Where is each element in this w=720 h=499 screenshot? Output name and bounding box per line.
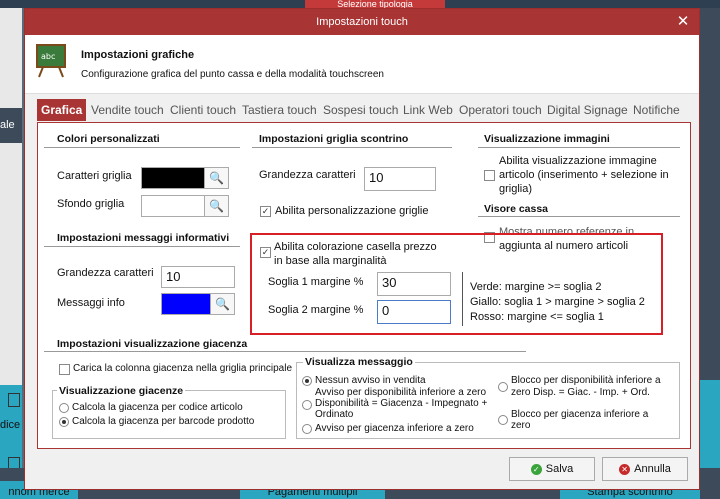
sfondo-picker-icon[interactable]: 🔍 (205, 195, 229, 217)
caratteri-griglia-label: Caratteri griglia (57, 170, 132, 182)
messaggi-divider (44, 246, 240, 247)
radio-avviso-disponibilita[interactable] (302, 400, 312, 410)
radio-blocco-giac-line2: zero (511, 420, 531, 431)
tab-digital-signage[interactable]: Digital Signage (547, 99, 628, 121)
carica-giacenza-checkbox[interactable] (59, 364, 70, 375)
messaggi-section-title: Impostazioni messaggi informativi (57, 232, 230, 244)
tab-grafica[interactable]: Grafica (37, 99, 87, 121)
radio-codice-articolo[interactable] (59, 403, 69, 413)
tab-tastiera-touch[interactable]: Tastiera touch (242, 99, 317, 121)
radio-blocco-disp-line1: Blocco per disponibilità inferiore a (511, 375, 661, 386)
griglia-section-title: Impostazioni griglia scontrino (259, 133, 409, 145)
soglia2-label: Soglia 2 margine % (268, 304, 364, 316)
cancel-icon: ✕ (619, 463, 631, 475)
abilita-colorazione-line2: in base alla marginalità (274, 255, 387, 267)
tab-sospesi-touch[interactable]: Sospesi touch (323, 99, 398, 121)
close-icon[interactable]: ✕ (673, 12, 693, 32)
giacenza-section-title: Impostazioni visualizzazione giacenza (57, 338, 248, 350)
legend-divider (462, 272, 463, 326)
tab-link-web[interactable]: Link Web (403, 99, 453, 121)
radio-avviso-giacenza[interactable] (302, 424, 312, 434)
radio-blocco-disp-line2: zero Disp. = Giac. - Imp. + Ord. (511, 387, 650, 398)
messaggi-info-color[interactable] (161, 293, 211, 315)
abilita-colorazione-line1: Abilita colorazione casella prezzo (274, 241, 437, 253)
sfondo-griglia-color[interactable] (141, 195, 205, 217)
radio-blocco-giac-line1: Blocco per giacenza inferiore a (511, 409, 649, 420)
carica-giacenza-label: Carica la colonna giacenza nella griglia… (73, 363, 293, 374)
svg-text:abc: abc (41, 52, 55, 61)
radio-codice-label: Calcola la giacenza per codice articolo (72, 402, 243, 413)
colori-divider (44, 147, 240, 148)
radio-blocco-giacenza[interactable] (498, 415, 508, 425)
tab-clienti-touch[interactable]: Clienti touch (170, 99, 236, 121)
blackboard-icon: abc (36, 44, 66, 78)
dialog-header: abc Impostazioni grafiche Configurazione… (25, 35, 699, 94)
abilita-griglie-label: Abilita personalizzazione griglie (275, 205, 429, 217)
radio-nessun-avviso-label: Nessun avviso in vendita (315, 375, 426, 386)
register-icon (8, 393, 20, 407)
radio-avviso-disp-line1: Avviso per disponibilità inferiore a zer… (315, 387, 487, 398)
header-subtitle: Configurazione grafica del punto cassa e… (81, 69, 384, 80)
messaggi-grandezza-label: Grandezza caratteri (57, 267, 154, 279)
caratteri-griglia-color[interactable] (141, 167, 205, 189)
messaggi-info-label: Messaggi info (57, 297, 125, 309)
griglia-grandezza-input[interactable]: 10 (364, 167, 436, 191)
tab-notifiche[interactable]: Notifiche (633, 99, 680, 121)
radio-avviso-disp-line3: Ordinato (315, 409, 354, 420)
immagini-section-title: Visualizzazione immagini (484, 133, 610, 145)
messaggi-grandezza-input[interactable]: 10 (161, 266, 235, 288)
griglia-grandezza-label: Grandezza caratteri (259, 169, 356, 181)
giacenza-divider (44, 351, 526, 352)
soglia1-label: Soglia 1 margine % (268, 276, 364, 288)
dialog-title: Impostazioni touch (25, 9, 699, 35)
visualizzazione-giacenze-group (52, 390, 286, 439)
legend-rosso: Rosso: margine <= soglia 1 (470, 311, 604, 323)
background-left-tile-label: dice m (0, 419, 22, 431)
soglia1-input[interactable]: 30 (377, 272, 451, 296)
caratteri-picker-icon[interactable]: 🔍 (205, 167, 229, 189)
colori-section-title: Colori personalizzati (57, 133, 160, 145)
background-left-tile[interactable]: dice m (0, 385, 22, 480)
legend-verde: Verde: margine >= soglia 2 (470, 281, 602, 293)
check-icon: ✓ (530, 463, 542, 475)
radio-avviso-giacenza-label: Avviso per giacenza inferiore a zero (315, 423, 474, 434)
background-top-tab[interactable]: Selezione tipologia (305, 0, 445, 8)
abilita-immagini-line3: griglia) (499, 183, 533, 195)
abilita-colorazione-checkbox[interactable]: ✓ (260, 247, 271, 258)
tab-vendite-touch[interactable]: Vendite touch (91, 99, 164, 121)
abilita-immagini-checkbox[interactable] (484, 170, 495, 181)
abilita-immagini-line2: articolo (inserimento + selezione in (499, 169, 669, 181)
visore-section-title: Visore cassa (484, 203, 549, 215)
tab-operatori-touch[interactable]: Operatori touch (459, 99, 542, 121)
griglia-divider (252, 147, 452, 148)
annulla-button[interactable]: ✕ Annulla (602, 457, 688, 481)
soglia2-input[interactable]: 0 (377, 300, 451, 324)
salva-button[interactable]: ✓ Salva (509, 457, 595, 481)
visualizza-messaggio-title: Visualizza messaggio (303, 356, 415, 368)
visore-divider (478, 216, 680, 217)
abilita-griglie-checkbox[interactable]: ✓ (260, 206, 271, 217)
radio-barcode-label: Calcola la giacenza per barcode prodotto (72, 416, 255, 427)
immagini-divider (478, 147, 680, 148)
abilita-immagini-line1: Abilita visualizzazione immagine (499, 155, 657, 167)
annulla-label: Annulla (634, 463, 671, 475)
radio-blocco-disponibilita[interactable] (498, 382, 508, 392)
visualizzazione-giacenze-title: Visualizzazione giacenze (57, 385, 186, 397)
salva-label: Salva (545, 463, 574, 475)
legend-giallo: Giallo: soglia 1 > margine > soglia 2 (470, 296, 645, 308)
sfondo-griglia-label: Sfondo griglia (57, 198, 125, 210)
radio-barcode-prodotto[interactable] (59, 417, 69, 427)
header-title: Impostazioni grafiche (81, 49, 195, 61)
radio-avviso-disp-line2: Disponibilità = Giacenza - Impegnato + (315, 398, 488, 409)
info-picker-icon[interactable]: 🔍 (211, 293, 235, 315)
background-left-label: ale (0, 108, 22, 143)
radio-nessun-avviso[interactable] (302, 376, 312, 386)
